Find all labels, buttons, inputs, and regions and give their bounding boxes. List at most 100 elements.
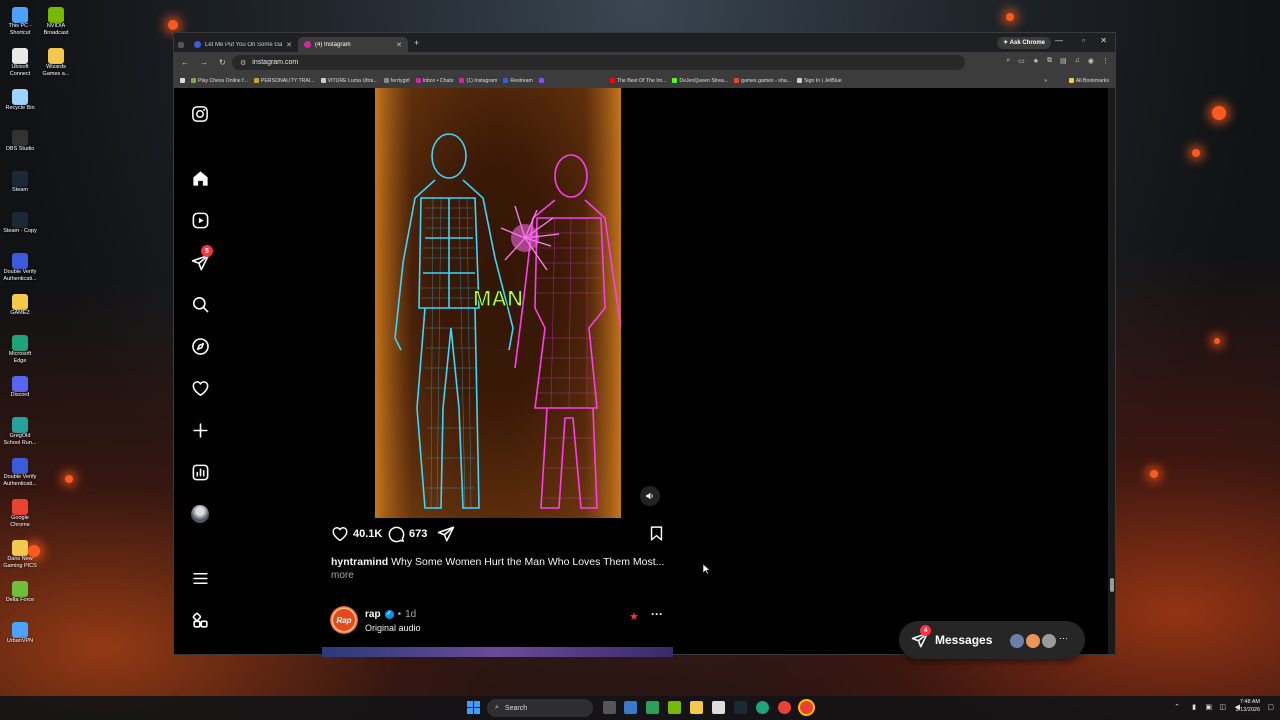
caption-more-link[interactable]: more (331, 570, 354, 581)
bookmark-item[interactable]: (1) Instagram (459, 78, 497, 84)
save-button[interactable] (648, 525, 665, 542)
bookmark-item[interactable] (538, 78, 546, 83)
desktop-icon[interactable]: GregOld School Run... (2, 414, 38, 455)
minimize-icon[interactable]: — (1055, 36, 1063, 45)
more-apps-icon[interactable] (190, 610, 210, 630)
desktop-icon[interactable]: Double Verify Authenticati... (2, 250, 38, 291)
tab-search-icon[interactable] (178, 41, 184, 48)
start-button[interactable] (467, 701, 480, 714)
close-tab-icon[interactable]: ✕ (396, 41, 402, 49)
scrollbar-thumb[interactable] (1110, 578, 1114, 592)
store-icon[interactable] (712, 701, 725, 714)
taskbar-search[interactable]: ⌕ Search (487, 699, 593, 717)
more-options-icon[interactable]: ··· (651, 607, 663, 621)
video-frame[interactable]: MAN (375, 88, 622, 518)
maximize-icon[interactable]: ▫ (1082, 36, 1085, 45)
chrome-menu-icon[interactable]: ⋮ (1102, 57, 1109, 65)
next-post-audio[interactable]: Original audio (365, 623, 421, 633)
tray-chevron-icon[interactable]: ⌃ (1174, 703, 1180, 711)
desktop-icon[interactable]: Delta Force (2, 578, 38, 619)
bookmarks-overflow-icon[interactable]: » (1044, 78, 1047, 84)
chrome-active-icon[interactable] (800, 701, 813, 714)
ask-chrome-button[interactable]: ✦ Ask Chrome (997, 37, 1051, 49)
menu-icon[interactable] (190, 568, 210, 588)
steam-icon[interactable] (734, 701, 747, 714)
network-icon[interactable]: ◫ (1219, 703, 1226, 711)
home-icon[interactable] (190, 168, 210, 188)
site-info-icon[interactable]: ⚙ (240, 59, 246, 67)
desktop-icon[interactable]: Google Chrome (2, 496, 38, 537)
back-icon[interactable]: ← (181, 58, 193, 67)
nvidia-icon[interactable] (668, 701, 681, 714)
forward-icon[interactable]: → (200, 58, 212, 67)
page-scrollbar[interactable] (1108, 88, 1115, 654)
dashboard-icon[interactable] (190, 462, 210, 482)
media-icon[interactable]: ♫ (1075, 57, 1080, 65)
reload-icon[interactable]: ↻ (219, 58, 231, 67)
bookmark-item[interactable]: The Best Of The Int... (609, 78, 666, 84)
next-post-avatar[interactable]: Rap (330, 606, 358, 634)
task-view-icon[interactable] (603, 701, 616, 714)
cast-icon[interactable]: ▭ (1018, 57, 1025, 65)
file-explorer-icon[interactable] (690, 701, 703, 714)
notifications-icon[interactable] (190, 378, 210, 398)
clock[interactable]: 7:48 AM 3/13/2026 (1236, 698, 1260, 714)
bookmark-star-icon[interactable]: ★ (1033, 57, 1039, 65)
comment-button[interactable]: 673 (387, 525, 427, 543)
chrome-icon[interactable] (778, 701, 791, 714)
bookmark-item[interactable]: Inbox • Chats (415, 78, 453, 84)
like-button[interactable]: 40.1K (331, 525, 382, 543)
post-username[interactable]: hyntramind (331, 556, 388, 568)
mute-button[interactable] (640, 486, 660, 506)
desktop-icon[interactable]: Wizards Games a... (38, 45, 74, 86)
share-button[interactable] (437, 525, 455, 543)
settings-icon[interactable] (624, 701, 637, 714)
url-bar[interactable]: ⚙ instagram.com (232, 55, 965, 70)
desktop-icon[interactable]: OBS Studio (2, 127, 38, 168)
zoom-icon[interactable]: ⌕ (1006, 57, 1010, 65)
bookmark-item[interactable]: Sign In | JetBlue (796, 78, 842, 84)
bookmark-item[interactable]: DeJenQueen Strea... (672, 78, 728, 84)
tray-app-icon[interactable]: ▮ (1192, 703, 1196, 711)
explore-icon[interactable] (190, 336, 210, 356)
edge-icon[interactable] (756, 701, 769, 714)
tab-instagram[interactable]: (4) Instagram ✕ (298, 37, 408, 52)
desktop-icon[interactable]: NVIDIA Broadcast (38, 4, 74, 45)
desktop-icon[interactable]: Ubisoft Connect (2, 45, 38, 86)
gamepass-icon[interactable] (646, 701, 659, 714)
apps-icon[interactable] (180, 78, 185, 83)
profile-avatar[interactable] (190, 504, 210, 524)
post-video[interactable]: MAN (322, 88, 673, 518)
bookmark-item[interactable]: Restream (503, 78, 533, 84)
extensions-icon[interactable]: ⧉ (1047, 57, 1052, 65)
close-window-icon[interactable]: ✕ (1100, 36, 1107, 45)
profile-icon[interactable]: ◉ (1088, 57, 1094, 65)
close-tab-icon[interactable]: ✕ (286, 41, 292, 49)
desktop-icon[interactable]: Recycle Bin (2, 86, 38, 127)
bookmark-item[interactable]: VITURE Luma Ultra... (320, 78, 378, 84)
instagram-logo-icon[interactable] (190, 104, 210, 124)
desktop-icon[interactable]: GAMEZ (2, 291, 38, 332)
desktop-icon[interactable]: This PC - Shortcut (2, 4, 38, 45)
next-post-username[interactable]: rap (365, 609, 381, 620)
tab-let-me-put[interactable]: Let Me Put You On Some Gam... ✕ (188, 37, 298, 52)
desktop-icon[interactable]: Steam (2, 168, 38, 209)
tray-app-icon[interactable]: ▣ (1205, 703, 1212, 711)
bookmark-item[interactable]: Play Chess Online f... (191, 78, 248, 84)
desktop-icon[interactable]: Steam - Copy (2, 209, 38, 250)
bookmark-item[interactable]: PERSONALITY TRAI... (253, 78, 315, 84)
desktop-icon[interactable]: Double Verify Authenticati... (2, 455, 38, 496)
notifications-icon[interactable]: ▢ (1267, 703, 1274, 711)
desktop-icon[interactable]: Dans New Gaming PICS (2, 537, 38, 578)
desktop-icon[interactable]: Microsoft Edge (2, 332, 38, 373)
all-bookmarks-button[interactable]: All Bookmarks (1068, 78, 1109, 84)
next-post-media[interactable] (322, 647, 673, 657)
bookmark-item[interactable]: games games - sha... (734, 78, 791, 84)
create-icon[interactable] (190, 420, 210, 440)
sidebar-icon[interactable]: ▤ (1060, 57, 1067, 65)
bookmark-item[interactable]: ferrtygirl (383, 78, 410, 84)
search-icon[interactable] (190, 294, 210, 314)
new-tab-button[interactable]: + (414, 38, 419, 48)
messages-button[interactable]: 4 Messages ··· (899, 621, 1085, 659)
desktop-icon[interactable]: Discord (2, 373, 38, 414)
